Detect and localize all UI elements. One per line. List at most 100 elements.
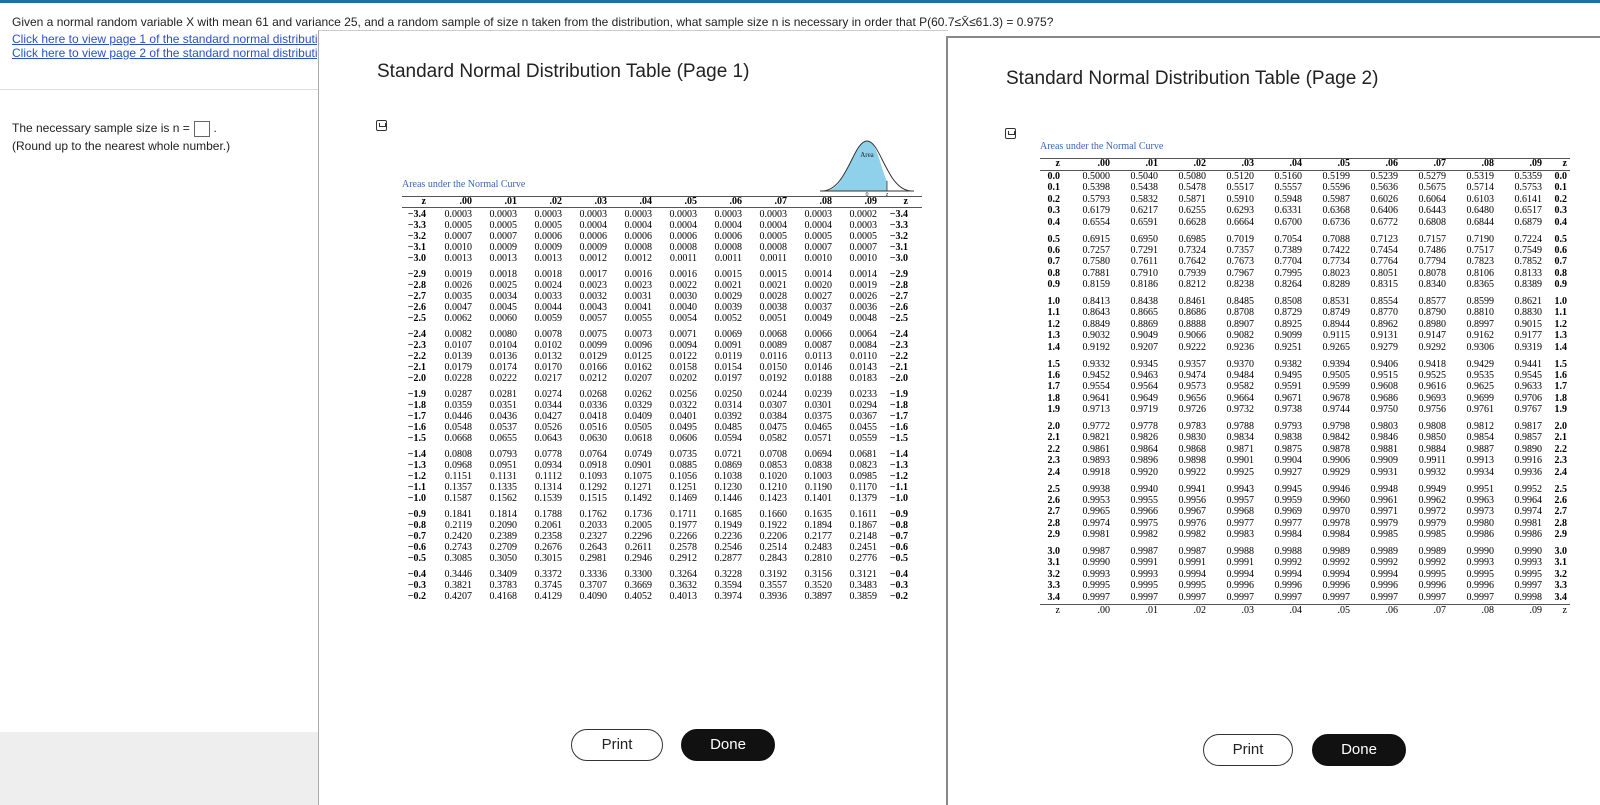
prob-cell: 0.9887 [1466, 443, 1495, 455]
prob-cell: 0.9279 [1370, 341, 1399, 353]
prob-cell: 0.3821 [444, 580, 473, 592]
table-row: 2.3 0.9893 0.9896 0.9898 0.9901 0.9904 0.9906 0… [1040, 455, 1570, 467]
prob-cell: 0.1075 [624, 471, 653, 483]
prob-cell: 0.9953 [1082, 494, 1111, 506]
answer-input[interactable] [194, 121, 211, 137]
table-row: 0.1 0.5398 0.5438 0.5478 0.5517 0.5557 0.5596 0… [1040, 182, 1570, 193]
column-header: .00 [1097, 605, 1111, 616]
prob-cell: 0.0778 [534, 449, 563, 460]
prob-cell: 0.9985 [1370, 529, 1399, 541]
z-cell: −1.6 [889, 422, 908, 434]
prob-cell: 0.0015 [759, 269, 788, 280]
prob-cell: 0.6772 [1370, 216, 1399, 228]
prob-cell: 0.9995 [1418, 568, 1447, 580]
prob-cell: 0.9664 [1226, 392, 1255, 404]
z-cell: −2.7 [407, 291, 426, 303]
prob-cell: 0.1635 [804, 509, 833, 520]
table-window-page-1: Standard Normal Distribution Table (Page… [318, 30, 948, 805]
prob-cell: 0.0019 [849, 280, 878, 292]
link-table-page-1[interactable]: Click here to view page 1 of the standar… [12, 32, 317, 46]
prob-cell: 0.0104 [489, 340, 518, 352]
prob-cell: 0.7939 [1178, 267, 1207, 279]
prob-cell: 0.1170 [849, 482, 877, 494]
prob-cell: 0.7995 [1274, 267, 1303, 279]
prob-cell: 0.0132 [534, 351, 563, 363]
z-cell: 0.6 [1047, 244, 1061, 256]
z-cell: 3.3 [1047, 580, 1061, 592]
prob-cell: 0.0099 [579, 340, 608, 352]
z-cell: −2.4 [407, 329, 426, 340]
prob-cell: 0.9977 [1226, 517, 1255, 529]
prob-cell: 0.1949 [714, 520, 743, 532]
prob-cell: 0.9983 [1226, 529, 1255, 541]
prob-cell: 0.0084 [849, 340, 878, 352]
prob-cell: 0.0694 [804, 449, 833, 460]
prob-cell: 0.9992 [1322, 557, 1351, 569]
prob-cell: 0.1660 [759, 509, 788, 520]
prob-cell: 0.2327 [579, 531, 608, 543]
divider [0, 89, 320, 90]
z-cell: −1.9 [889, 389, 908, 400]
prob-cell: 0.7910 [1130, 267, 1159, 279]
z-cell: 0.4 [1047, 216, 1061, 228]
done-button[interactable]: Done [1312, 734, 1406, 766]
z-cell: 1.8 [1047, 392, 1061, 404]
z-cell: −1.6 [407, 422, 426, 434]
table-row: −2.7 0.0035 0.0034 0.0033 0.0032 0.0031 0.0030… [402, 291, 922, 303]
z-cell: 2.2 [1047, 443, 1061, 455]
prob-cell: 0.0212 [579, 373, 608, 385]
print-button[interactable]: Print [1203, 734, 1293, 766]
prob-cell: 0.9495 [1274, 369, 1303, 381]
prob-cell: 0.9997 [1082, 591, 1111, 603]
prob-cell: 0.9965 [1082, 506, 1111, 518]
prob-cell: 0.0007 [489, 231, 518, 243]
prob-cell: 0.9332 [1082, 358, 1111, 370]
column-header: .08 [819, 196, 833, 207]
column-header: .07 [1433, 158, 1447, 169]
prob-cell: 0.9996 [1418, 580, 1447, 592]
column-header: .06 [1385, 605, 1399, 616]
pin-icon[interactable] [1005, 128, 1016, 139]
prob-cell: 0.0985 [849, 471, 878, 483]
prob-cell: 0.0485 [714, 422, 743, 434]
prob-cell: 0.9949 [1418, 483, 1447, 495]
link-table-page-2[interactable]: Click here to view page 2 of the standar… [12, 46, 317, 60]
prob-cell: 0.0110 [849, 351, 877, 363]
z-cell: 1.2 [1554, 318, 1568, 330]
prob-cell: 0.9989 [1370, 546, 1399, 557]
prob-cell: 0.2236 [714, 531, 743, 543]
prob-cell: 0.3520 [804, 580, 833, 592]
prob-cell: 0.0262 [624, 389, 653, 400]
prob-cell: 0.9896 [1130, 455, 1159, 467]
prob-cell: 0.0082 [444, 329, 473, 340]
table-row: 1.1 0.8643 0.8665 0.8686 0.8708 0.8729 0.8749 0… [1040, 307, 1570, 319]
prob-cell: 0.8643 [1082, 307, 1111, 319]
prob-cell: 0.0005 [534, 220, 563, 232]
table-row: −3.0 0.0013 0.0013 0.0013 0.0012 0.0012 0.0011… [402, 253, 922, 265]
done-button[interactable]: Done [681, 729, 775, 761]
prob-cell: 0.9993 [1466, 557, 1495, 569]
prob-cell: 0.0023 [624, 280, 653, 292]
z-cell: −2.8 [407, 280, 426, 292]
prob-cell: 0.0003 [759, 209, 788, 220]
print-button[interactable]: Print [571, 729, 663, 761]
prob-cell: 0.9898 [1178, 455, 1207, 467]
prob-cell: 0.2033 [579, 520, 608, 532]
prob-cell: 0.0764 [579, 449, 608, 460]
prob-cell: 0.9993 [1130, 568, 1159, 580]
prob-cell: 0.2119 [444, 520, 472, 532]
pin-icon[interactable] [376, 120, 387, 131]
prob-cell: 0.0006 [669, 231, 698, 243]
prob-cell: 0.9987 [1178, 546, 1207, 557]
prob-cell: 0.7054 [1274, 233, 1303, 245]
prob-cell: 0.9706 [1514, 392, 1543, 404]
prob-cell: 0.8907 [1226, 318, 1255, 330]
prob-cell: 0.3192 [759, 569, 788, 580]
z-cell: 0.8 [1554, 267, 1568, 279]
column-header: .06 [729, 196, 743, 207]
column-header: z [421, 196, 426, 207]
prob-cell: 0.9995 [1130, 580, 1159, 592]
prob-cell: 0.7611 [1130, 256, 1158, 268]
prob-cell: 0.9986 [1466, 529, 1495, 541]
prob-cell: 0.0013 [489, 253, 518, 265]
